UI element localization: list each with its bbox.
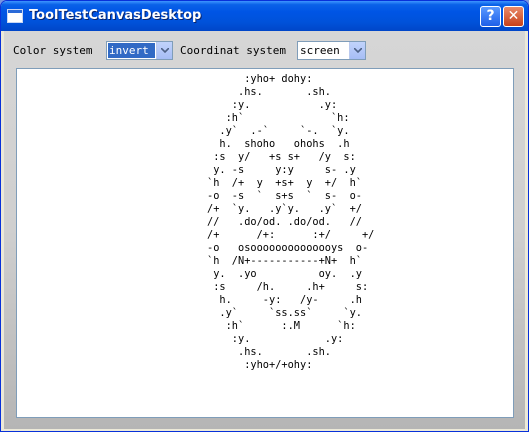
- color-system-select[interactable]: invert: [106, 41, 173, 60]
- drawing-canvas[interactable]: :yho+ dohy: .hs. .sh. :y. .y: :h` `h: .y…: [16, 68, 514, 418]
- ascii-line: /+ /+: :+/ +/: [207, 229, 375, 241]
- window-title: ToolTestCanvasDesktop: [29, 8, 202, 23]
- ascii-line: :yho+/+ohy:: [207, 359, 313, 371]
- ascii-line: -o osoooooooooooooys o-: [207, 242, 369, 254]
- chevron-down-icon: [354, 48, 362, 53]
- ascii-art: :yho+ dohy: .hs. .sh. :y. .y: :h` `h: .y…: [17, 73, 513, 372]
- ascii-line: h. -y: /y- .h: [207, 294, 362, 306]
- ascii-line: :s /h. .h+ s:: [207, 281, 369, 293]
- coordinat-system-value: screen: [300, 44, 340, 57]
- coordinat-system-select[interactable]: screen: [297, 41, 366, 60]
- ascii-line: .hs. .sh.: [207, 86, 331, 98]
- ascii-line: :h` `h:: [207, 112, 350, 124]
- window-app-icon: [7, 9, 23, 23]
- ascii-line: y. -s y:y s- .y: [207, 164, 356, 176]
- help-button[interactable]: ?: [480, 6, 501, 27]
- app-window: ToolTestCanvasDesktop ? ✕ Color system i…: [0, 0, 529, 432]
- chevron-down-icon: [161, 48, 169, 53]
- ascii-line: :yho+ dohy:: [207, 73, 313, 85]
- ascii-line: :y. .y:: [207, 99, 338, 111]
- ascii-line: y. .yo oy. .y: [207, 268, 362, 280]
- ascii-line: /+ `y. .y`y. .y` +/: [207, 203, 362, 215]
- ascii-line: :h` :.M `h:: [207, 320, 356, 332]
- color-system-dropdown-button[interactable]: [156, 42, 172, 59]
- close-button[interactable]: ✕: [503, 6, 524, 27]
- title-bar[interactable]: ToolTestCanvasDesktop ? ✕: [1, 1, 528, 31]
- coordinat-system-label: Coordinat system: [180, 44, 286, 57]
- ascii-line: :s y/ +s s+ /y s:: [207, 151, 356, 163]
- ascii-line: `h /+ y +s+ y +/ h`: [207, 177, 362, 189]
- ascii-line: :y. .y:: [207, 333, 344, 345]
- coordinat-system-dropdown-button[interactable]: [349, 42, 365, 59]
- ascii-line: -o -s ` s+s ` s- o-: [207, 190, 362, 202]
- ascii-line: .hs. .sh.: [207, 346, 331, 358]
- color-system-value: invert: [108, 43, 155, 58]
- color-system-label: Color system: [13, 44, 93, 57]
- client-area: Color system invert Coordinat system scr…: [4, 31, 525, 429]
- ascii-line: h. shoho ohohs .h: [207, 138, 350, 150]
- ascii-line: .y` .-` `-. `y.: [207, 125, 350, 137]
- ascii-line: // .do/od. .do/od. //: [207, 216, 362, 228]
- ascii-line: `h /N+-----------+N+ h`: [207, 255, 362, 267]
- ascii-line: .y` `ss.ss` `y.: [207, 307, 362, 319]
